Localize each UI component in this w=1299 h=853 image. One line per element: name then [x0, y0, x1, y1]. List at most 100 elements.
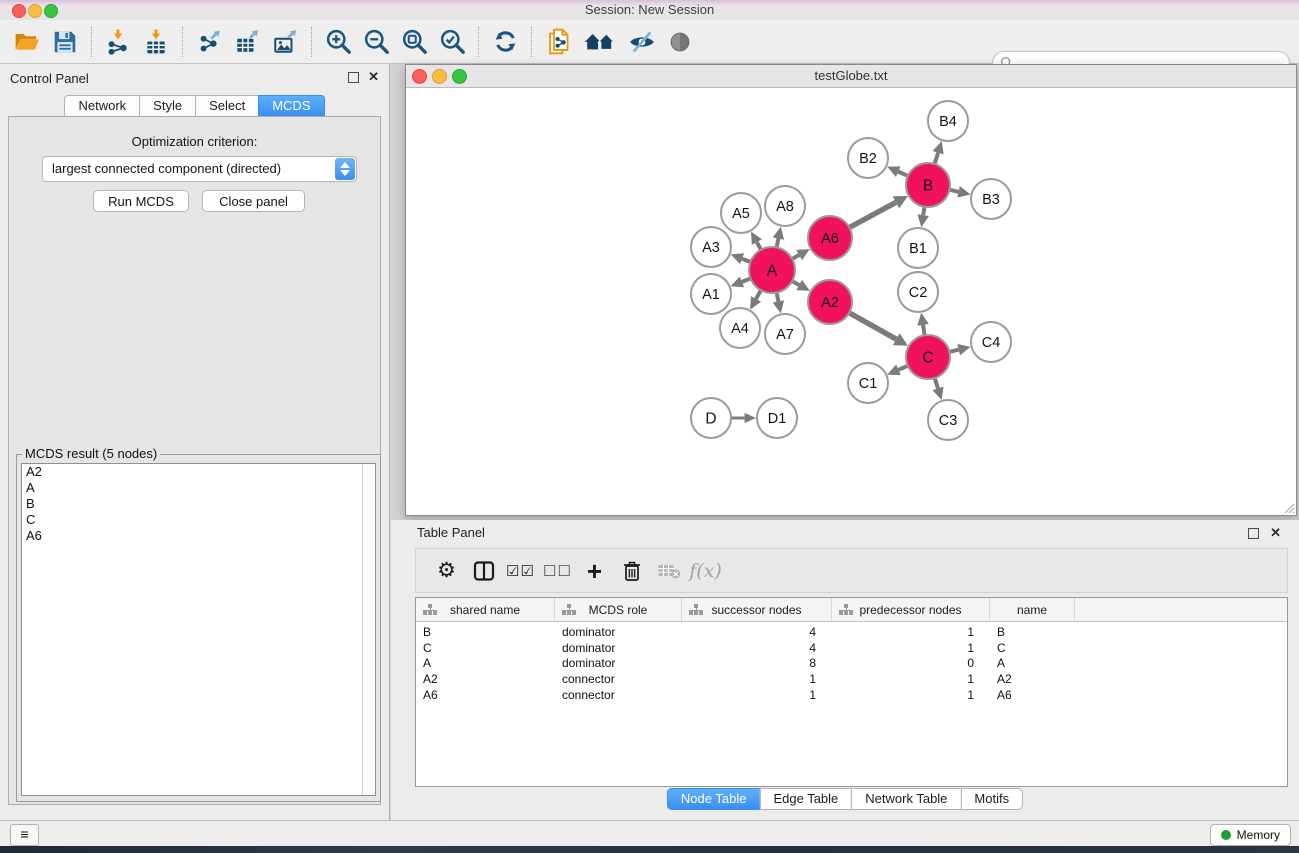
table-cell[interactable]: B: [990, 625, 1075, 639]
table-cell[interactable]: dominator: [555, 656, 682, 670]
column-layout-button[interactable]: [465, 554, 502, 588]
result-item[interactable]: B: [22, 496, 375, 512]
import-network-button[interactable]: [99, 25, 137, 59]
table-cell[interactable]: C: [416, 641, 555, 655]
close-panel-button[interactable]: Close panel: [202, 190, 305, 212]
tab-network[interactable]: Network: [64, 95, 140, 117]
float-table-panel-icon[interactable]: [1248, 528, 1259, 539]
table-cell[interactable]: B: [416, 625, 555, 639]
node-label: D: [705, 410, 716, 427]
table-cell[interactable]: 1: [832, 688, 990, 702]
result-item[interactable]: C: [22, 512, 375, 528]
table-cell[interactable]: 4: [682, 625, 832, 639]
table-row[interactable]: Adominator80A: [416, 656, 1287, 672]
table-cell[interactable]: A: [416, 656, 555, 670]
close-panel-icon[interactable]: ✕: [368, 69, 379, 85]
export-network-button[interactable]: [190, 25, 228, 59]
network-canvas[interactable]: B4B2BB3A8A5A6A3B1AC2A1A2A4A7C4CC1DD1C3: [406, 87, 1296, 515]
table-cell[interactable]: 1: [682, 688, 832, 702]
column-header-filler: [1075, 598, 1287, 621]
table-cell[interactable]: 0: [832, 656, 990, 670]
column-header-MCDS-role[interactable]: MCDS role: [555, 598, 682, 621]
result-item[interactable]: A6: [22, 528, 375, 544]
table-cell[interactable]: 1: [832, 625, 990, 639]
tab-motifs[interactable]: Motifs: [960, 788, 1023, 810]
node-label: A: [767, 262, 778, 279]
open-file-button[interactable]: [8, 25, 46, 59]
table-cell[interactable]: A6: [990, 688, 1075, 702]
edge-A6-B[interactable]: [848, 202, 896, 228]
table-cell[interactable]: connector: [555, 688, 682, 702]
zoom-fit-button[interactable]: [395, 25, 433, 59]
criterion-dropdown[interactable]: largest connected component (directed): [42, 156, 357, 182]
table-cell[interactable]: 8: [682, 656, 832, 670]
tab-edge-table[interactable]: Edge Table: [759, 788, 852, 810]
table-cell[interactable]: A6: [416, 688, 555, 702]
memory-button[interactable]: Memory: [1210, 824, 1291, 846]
table-cell[interactable]: A2: [990, 672, 1075, 686]
column-header-name[interactable]: name: [990, 598, 1075, 621]
tab-network-table[interactable]: Network Table: [851, 788, 961, 810]
apply-layout-button[interactable]: [486, 25, 524, 59]
zoom-in-button[interactable]: [319, 25, 357, 59]
tab-mcds[interactable]: MCDS: [258, 95, 324, 117]
export-table-button[interactable]: [228, 25, 266, 59]
node-label: C3: [939, 413, 958, 429]
table-cell[interactable]: C: [990, 641, 1075, 655]
delete-table-button[interactable]: [650, 554, 687, 588]
show-hidden-button[interactable]: [661, 25, 699, 59]
table-row[interactable]: Bdominator41B: [416, 624, 1287, 640]
table-cell[interactable]: connector: [555, 672, 682, 686]
tab-select[interactable]: Select: [195, 95, 259, 117]
result-scrollbar[interactable]: [362, 464, 375, 795]
table-cell[interactable]: 1: [832, 641, 990, 655]
zoom-selected-button[interactable]: [433, 25, 471, 59]
node-label: A7: [776, 327, 794, 343]
export-image-button[interactable]: [266, 25, 304, 59]
table-header-row: shared nameMCDS rolesuccessor nodes prede…: [416, 598, 1287, 622]
zoom-out-button[interactable]: [357, 25, 395, 59]
column-header-shared-name[interactable]: shared name: [416, 598, 555, 621]
task-history-button[interactable]: ≡: [10, 824, 39, 846]
table-cell[interactable]: 1: [682, 672, 832, 686]
first-neighbors-button[interactable]: [577, 25, 623, 59]
add-column-button[interactable]: +: [576, 554, 613, 588]
resize-grip-icon[interactable]: [1281, 500, 1295, 514]
table-settings-button[interactable]: ⚙: [428, 554, 465, 588]
node-label: B1: [909, 241, 927, 257]
import-table-button[interactable]: [137, 25, 175, 59]
hide-selected-button[interactable]: [623, 25, 661, 59]
mcds-result-list[interactable]: A2ABCA6: [21, 463, 376, 796]
table-row[interactable]: Cdominator41C: [416, 640, 1287, 656]
column-header-successor-nodes[interactable]: successor nodes: [682, 598, 832, 621]
status-bar: ≡ Memory: [0, 820, 1299, 846]
table-cell[interactable]: dominator: [555, 625, 682, 639]
table-cell[interactable]: A2: [416, 672, 555, 686]
tab-style[interactable]: Style: [139, 95, 196, 117]
mcds-result-title: MCDS result (5 nodes): [22, 446, 160, 461]
function-builder-button[interactable]: f(x): [687, 554, 724, 588]
close-table-panel-icon[interactable]: ✕: [1270, 525, 1281, 541]
table-cell[interactable]: A: [990, 656, 1075, 670]
deselect-all-button[interactable]: ☐☐: [539, 554, 576, 588]
table-cell[interactable]: dominator: [555, 641, 682, 655]
column-header-label: predecessor nodes: [859, 603, 961, 617]
save-session-button[interactable]: [46, 25, 84, 59]
select-all-button[interactable]: ☑☑: [502, 554, 539, 588]
table-cell[interactable]: 4: [682, 641, 832, 655]
run-mcds-button[interactable]: Run MCDS: [93, 190, 189, 212]
list-icon: ≡: [20, 826, 28, 842]
folder-open-icon: [13, 29, 41, 55]
node-label: A2: [821, 295, 839, 311]
table-row[interactable]: A6connector11A6: [416, 687, 1287, 703]
delete-column-button[interactable]: [613, 554, 650, 588]
column-header-predecessor-nodes[interactable]: predecessor nodes: [832, 598, 990, 621]
float-panel-icon[interactable]: [348, 72, 359, 83]
result-item[interactable]: A2: [22, 464, 375, 480]
table-row[interactable]: A2connector11A2: [416, 671, 1287, 687]
table-cell[interactable]: 1: [832, 672, 990, 686]
clone-network-button[interactable]: [539, 25, 577, 59]
tab-node-table[interactable]: Node Table: [667, 788, 761, 810]
edge-A2-C[interactable]: [847, 312, 896, 339]
result-item[interactable]: A: [22, 480, 375, 496]
